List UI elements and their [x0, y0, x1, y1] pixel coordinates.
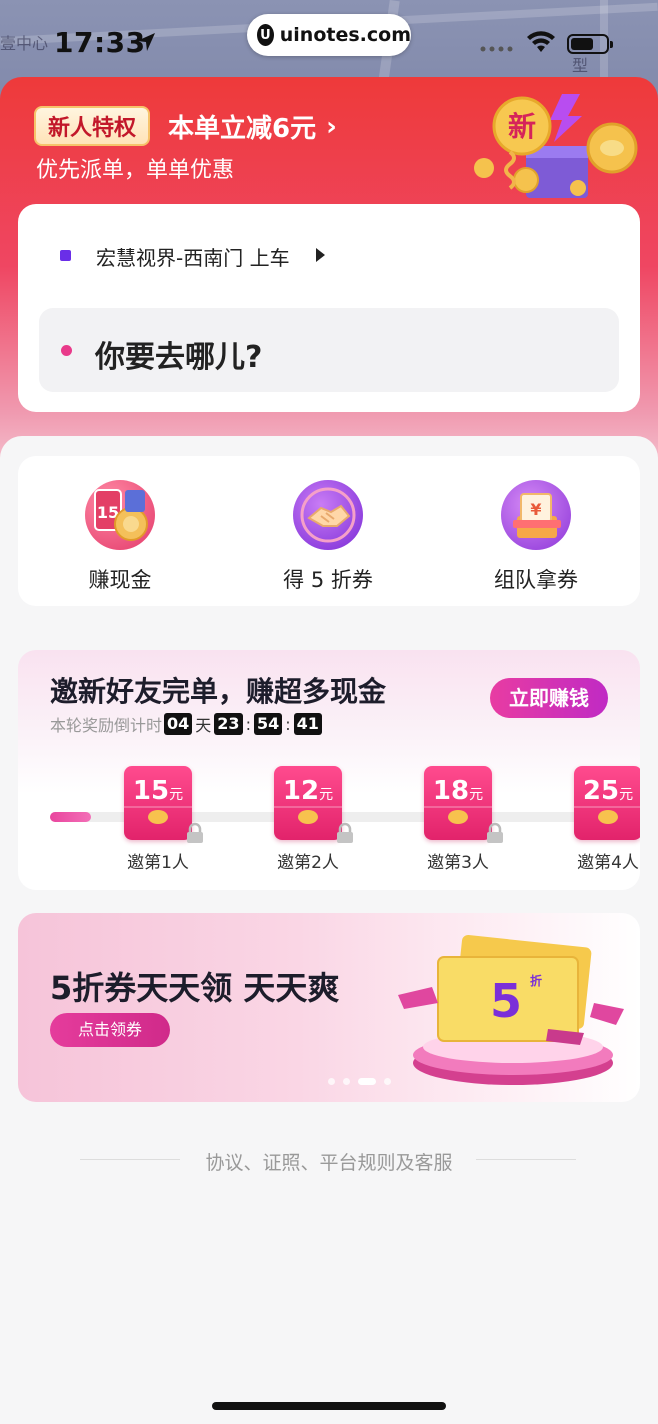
countdown-seconds: 41 [293, 713, 322, 735]
reward-item[interactable]: 12元 邀第2人 [258, 766, 358, 873]
footer-divider-right [476, 1159, 576, 1160]
handshake-icon [293, 480, 363, 550]
destination-marker-icon [61, 345, 72, 356]
quick-action-label: 组队拿券 [494, 568, 578, 592]
reward-amount: 25 [582, 776, 620, 806]
banner-title: 5折券天天领 天天爽 [50, 969, 340, 1007]
currency-unit: 元 [469, 787, 484, 803]
invite-card[interactable]: 邀新好友完单，赚超多现金 本轮奖励倒计时 04 天 23 : 54 : 41 立… [18, 650, 640, 890]
quick-action-earn-cash[interactable]: 15 赚现金 [50, 480, 190, 594]
coupon-value: 5 [490, 974, 522, 1028]
quick-action-label: 得 5 折券 [283, 568, 373, 592]
reward-amount: 12 [282, 776, 320, 806]
destination-input[interactable]: 你要去哪儿? [39, 308, 619, 392]
site-logo-icon: U [257, 24, 274, 46]
reward-label: 邀第4人 [577, 853, 639, 873]
lock-icon [337, 822, 353, 843]
red-envelope-icon: 12元 [274, 766, 353, 843]
carousel-dots[interactable] [328, 1078, 391, 1085]
footer-links[interactable]: 协议、证照、平台规则及客服 [0, 1148, 658, 1175]
currency-unit: 元 [319, 787, 334, 803]
red-envelope-icon: 18元 [424, 766, 503, 843]
reward-label: 邀第3人 [427, 853, 489, 873]
new-user-badge: 新人特权 [34, 106, 151, 146]
wifi-icon [527, 31, 555, 52]
claim-coupon-button[interactable]: 点击领券 [50, 1013, 170, 1047]
lock-icon [487, 822, 503, 843]
countdown-minutes: 54 [253, 713, 283, 735]
quick-action-half-coupon[interactable]: 得 5 折券 [258, 480, 398, 594]
countdown: 本轮奖励倒计时 04 天 23 : 54 : 41 [50, 712, 324, 736]
url-pill[interactable]: U uinotes.com [247, 14, 411, 56]
pickup-marker-icon [60, 250, 71, 261]
address-card: 宏慧视界-西南门 上车 你要去哪儿? [18, 204, 640, 412]
clock: 17:33 [54, 26, 146, 59]
status-bar: 17:33 U uinotes.com [0, 0, 658, 86]
currency-unit: 元 [169, 787, 184, 803]
quick-actions-card: 15 赚现金 得 5 折券 ¥ 组队拿券 [18, 456, 640, 606]
coupon-unit: 折 [530, 973, 542, 988]
pickup-location[interactable]: 宏慧视界-西南门 上车 [96, 242, 290, 271]
earn-now-button[interactable]: 立即赚钱 [490, 678, 608, 718]
cash-coins-icon: 15 [85, 480, 155, 550]
reward-label: 邀第1人 [127, 853, 189, 873]
reward-item[interactable]: 25元 邀第4人 [558, 766, 640, 873]
promo-title-text: 本单立减6元 [168, 114, 317, 144]
day-unit: 天 [195, 716, 212, 735]
gift-coins-illustration: 新 [474, 94, 638, 198]
signal-icon [480, 46, 513, 52]
red-envelope-icon: 15元 [124, 766, 203, 843]
countdown-label: 本轮奖励倒计时 [50, 716, 163, 735]
chevron-right-icon: › [326, 111, 337, 142]
reward-amount: 18 [432, 776, 470, 806]
caret-right-icon[interactable] [316, 248, 325, 262]
promo-title[interactable]: 本单立减6元 › [168, 108, 337, 145]
carousel-dot[interactable] [384, 1078, 391, 1085]
reward-amount: 15 [132, 776, 170, 806]
coupon-banner[interactable]: 5折券天天领 天天爽 点击领券 5 折 [18, 913, 640, 1102]
location-arrow-icon [137, 33, 155, 51]
carousel-dot[interactable] [343, 1078, 350, 1085]
quick-action-label: 赚现金 [88, 568, 152, 592]
home-indicator[interactable] [212, 1402, 446, 1410]
invite-title: 邀新好友完单，赚超多现金 [50, 675, 387, 708]
reward-item[interactable]: 15元 邀第1人 [108, 766, 208, 873]
lock-icon [187, 822, 203, 843]
illus-new-text: 新 [508, 110, 536, 143]
quick-action-team-coupon[interactable]: ¥ 组队拿券 [466, 480, 606, 594]
invite-progress-fill [50, 812, 92, 822]
countdown-hours: 23 [214, 713, 243, 735]
reward-label: 邀第2人 [277, 853, 339, 873]
svg-text:¥: ¥ [530, 500, 541, 519]
currency-unit: 元 [619, 787, 634, 803]
coupon-box-icon: ¥ [501, 480, 571, 550]
destination-placeholder: 你要去哪儿? [95, 340, 263, 375]
countdown-days: 04 [164, 713, 193, 735]
promo-subtitle: 优先派单，单单优惠 [36, 158, 235, 183]
coupon-podium-illustration: 5 折 [398, 935, 624, 1085]
url-text: uinotes.com [279, 24, 411, 46]
carousel-dot[interactable] [328, 1078, 335, 1085]
battery-icon [567, 34, 613, 54]
carousel-dot[interactable] [358, 1078, 376, 1085]
reward-item[interactable]: 18元 邀第3人 [408, 766, 508, 873]
red-envelope-icon: 25元 [574, 766, 640, 840]
